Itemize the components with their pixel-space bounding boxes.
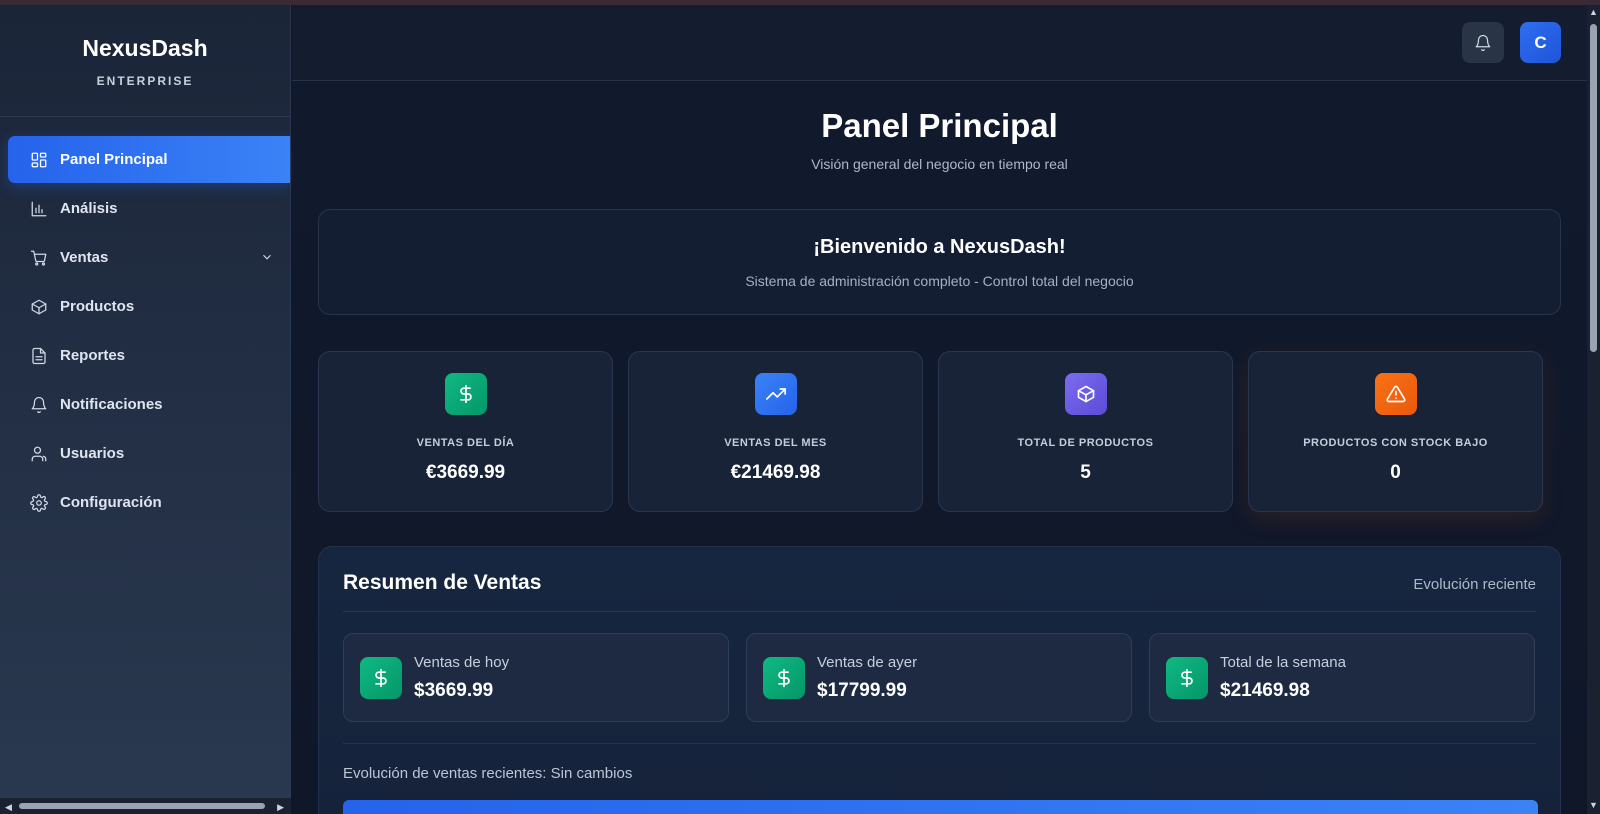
cart-icon [30,249,48,267]
summary-card-ayer: Ventas de ayer $17799.99 [746,633,1132,722]
scroll-up-arrow-icon[interactable]: ▲ [1589,7,1598,17]
stat-value: €3669.99 [425,462,506,483]
summary-title: Resumen de Ventas [343,571,542,594]
sidebar-nav: Panel Principal Análisis Ventas Producto… [0,117,290,526]
scroll-left-arrow-icon[interactable]: ◀ [5,802,12,813]
summary-card-label: Total de la semana [1220,654,1346,671]
sidebar-item-label: Notificaciones [60,396,163,413]
chevron-down-icon[interactable] [260,250,274,264]
brand-name: NexusDash [82,35,208,61]
sidebar-item-label: Panel Principal [60,151,168,168]
summary-card-value: $17799.99 [817,680,907,701]
sidebar-item-analisis[interactable]: Análisis [0,185,290,232]
stat-card-total-productos: TOTAL DE PRODUCTOS 5 [938,351,1233,512]
summary-recent-link[interactable]: Evolución reciente [1413,576,1536,593]
sidebar-item-label: Ventas [60,249,109,266]
sidebar-item-label: Usuarios [60,445,125,462]
stat-value: 0 [1390,462,1401,483]
stat-label: TOTAL DE PRODUCTOS [1017,437,1154,449]
scrollbar-thumb[interactable] [19,803,265,809]
stat-value: €21469.98 [730,462,821,483]
sales-evolution-text: Evolución de ventas recientes: Sin cambi… [343,765,633,782]
sidebar-item-notificaciones[interactable]: Notificaciones [0,381,290,428]
brand-subtitle: ENTERPRISE [96,74,194,88]
avatar[interactable]: C [1520,22,1561,63]
sidebar-item-ventas[interactable]: Ventas [0,234,290,281]
sidebar: NexusDash ENTERPRISE Panel Principal Aná… [0,5,291,814]
stat-label: PRODUCTOS CON STOCK BAJO [1303,437,1488,449]
sidebar-item-configuracion[interactable]: Configuración [0,479,290,526]
summary-card-value: $21469.98 [1220,680,1310,701]
summary-card-value: $3669.99 [414,680,494,701]
sales-summary-card: Resumen de Ventas Evolución reciente Ven… [318,546,1561,814]
main-content: Panel Principal Visión general del negoc… [292,81,1587,814]
welcome-subtitle: Sistema de administración completo - Con… [745,273,1134,289]
dollar-icon [360,657,402,699]
trending-up-icon [754,373,797,415]
box-icon [30,298,48,316]
sidebar-item-label: Reportes [60,347,126,364]
vertical-scrollbar[interactable]: ▲ ▼ [1587,5,1600,814]
stat-card-ventas-dia: VENTAS DEL DÍA €3669.99 [318,351,613,512]
scrollbar-thumb[interactable] [1590,24,1597,352]
divider [343,611,1536,612]
gear-icon [30,493,48,512]
page-subtitle: Visión general del negocio en tiempo rea… [811,156,1068,172]
sidebar-item-label: Configuración [60,494,162,511]
stat-value: 5 [1080,462,1091,483]
dollar-icon [1166,657,1208,699]
sidebar-item-panel-principal[interactable]: Panel Principal [8,136,290,183]
stat-label: VENTAS DEL DÍA [416,437,515,449]
scroll-down-arrow-icon[interactable]: ▼ [1589,800,1598,810]
sidebar-item-productos[interactable]: Productos [0,283,290,330]
alert-icon [1374,373,1417,415]
divider [343,743,1536,744]
notifications-button[interactable] [1462,22,1504,63]
bar-chart-icon [30,200,48,218]
welcome-card: ¡Bienvenido a NexusDash! Sistema de admi… [318,209,1561,315]
box-icon [1064,373,1107,415]
summary-card-label: Ventas de hoy [414,654,510,671]
sidebar-item-label: Productos [60,298,135,315]
sidebar-item-reportes[interactable]: Reportes [0,332,290,379]
sidebar-item-label: Análisis [60,200,118,217]
page-title: Panel Principal [821,107,1058,144]
bell-icon [30,396,48,414]
summary-card-label: Ventas de ayer [817,654,918,671]
sidebar-item-usuarios[interactable]: Usuarios [0,430,290,477]
dollar-icon [763,657,805,699]
document-icon [30,347,48,365]
dollar-icon [444,373,487,415]
summary-card-semana: Total de la semana $21469.98 [1149,633,1535,722]
top-header: C [292,5,1587,81]
bell-icon [1475,34,1491,51]
summary-card-hoy: Ventas de hoy $3669.99 [343,633,729,722]
stat-card-stock-bajo: PRODUCTOS CON STOCK BAJO 0 [1248,351,1543,512]
stat-card-ventas-mes: VENTAS DEL MES €21469.98 [628,351,923,512]
horizontal-scrollbar[interactable]: ◀ ▶ [0,798,291,814]
users-icon [30,445,48,463]
scroll-right-arrow-icon[interactable]: ▶ [277,802,284,813]
welcome-title: ¡Bienvenido a NexusDash! [813,236,1066,258]
sales-evolution-bar [343,800,1538,814]
dashboard-icon [30,151,48,169]
stat-label: VENTAS DEL MES [724,437,827,449]
brand: NexusDash ENTERPRISE [0,5,290,117]
